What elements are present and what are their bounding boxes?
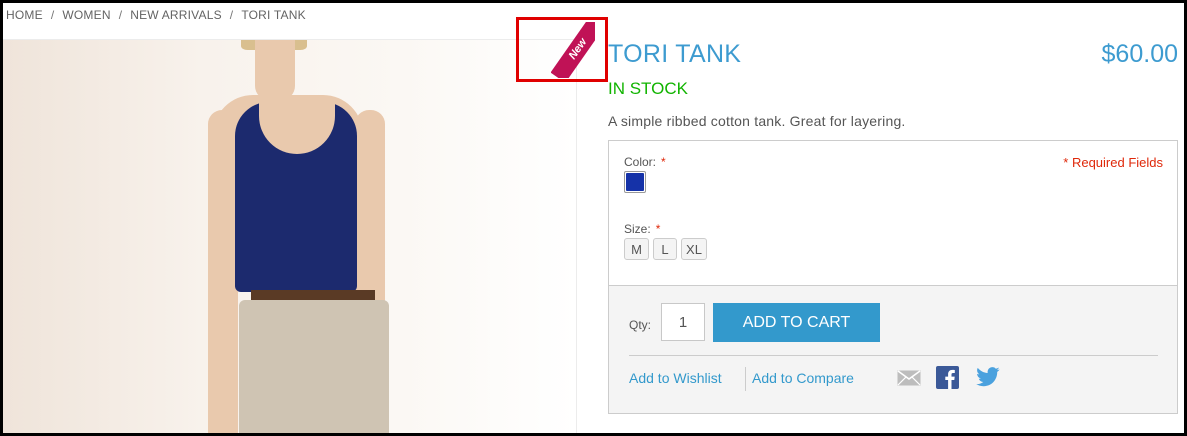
- image-left-arm: [208, 110, 238, 433]
- email-icon[interactable]: [897, 370, 921, 391]
- new-ribbon: New: [551, 22, 595, 78]
- add-to-cart-box: Qty: ADD TO CART Add to Wishlist Add to …: [608, 286, 1178, 414]
- required-fields-note: * Required Fields: [1063, 155, 1163, 170]
- product-image[interactable]: [3, 40, 576, 433]
- twitter-icon[interactable]: [976, 367, 1000, 392]
- breadcrumb-home[interactable]: HOME: [6, 8, 43, 22]
- color-label: Color: *: [624, 155, 666, 169]
- new-badge: New: [551, 22, 595, 78]
- new-badge-highlight: New: [516, 17, 608, 82]
- product-price: $60.00: [1101, 40, 1178, 68]
- breadcrumb-separator: /: [229, 8, 234, 22]
- link-separator: [745, 367, 746, 391]
- product-description: A simple ribbed cotton tank. Great for l…: [608, 113, 906, 129]
- add-to-cart-button[interactable]: ADD TO CART: [713, 303, 880, 342]
- breadcrumb-current: TORI TANK: [241, 8, 306, 22]
- breadcrumb-separator: /: [50, 8, 55, 22]
- required-mark: *: [661, 155, 666, 169]
- image-pants: [239, 300, 389, 433]
- swatch-fill: [626, 173, 644, 191]
- size-option-m[interactable]: M: [624, 238, 649, 260]
- add-to-wishlist-link[interactable]: Add to Wishlist: [629, 370, 722, 386]
- color-swatch-blue[interactable]: [624, 171, 646, 193]
- add-to-compare-link[interactable]: Add to Compare: [752, 370, 854, 386]
- divider: [629, 355, 1158, 356]
- breadcrumb-new-arrivals[interactable]: NEW ARRIVALS: [130, 8, 222, 22]
- color-label-text: Color:: [624, 155, 657, 169]
- size-label-text: Size:: [624, 222, 651, 236]
- qty-label: Qty:: [629, 318, 652, 332]
- breadcrumb-separator: /: [118, 8, 123, 22]
- image-neck: [255, 40, 295, 100]
- product-options: Color: * * Required Fields Size: * M L XL: [608, 140, 1178, 286]
- breadcrumb: HOME / WOMEN / NEW ARRIVALS / TORI TANK: [6, 8, 306, 22]
- required-mark: *: [655, 222, 661, 236]
- image-belt: [251, 290, 375, 300]
- product-title: TORI TANK: [608, 40, 742, 68]
- facebook-icon[interactable]: [936, 366, 959, 394]
- qty-input[interactable]: [661, 303, 705, 341]
- size-label: Size: *: [624, 222, 660, 236]
- size-option-l[interactable]: L: [653, 238, 677, 260]
- divider: [576, 39, 577, 433]
- stock-status: IN STOCK: [608, 79, 688, 98]
- size-option-xl[interactable]: XL: [681, 238, 707, 260]
- breadcrumb-women[interactable]: WOMEN: [62, 8, 110, 22]
- page-frame: HOME / WOMEN / NEW ARRIVALS / TORI TANK New TO…: [0, 0, 1187, 436]
